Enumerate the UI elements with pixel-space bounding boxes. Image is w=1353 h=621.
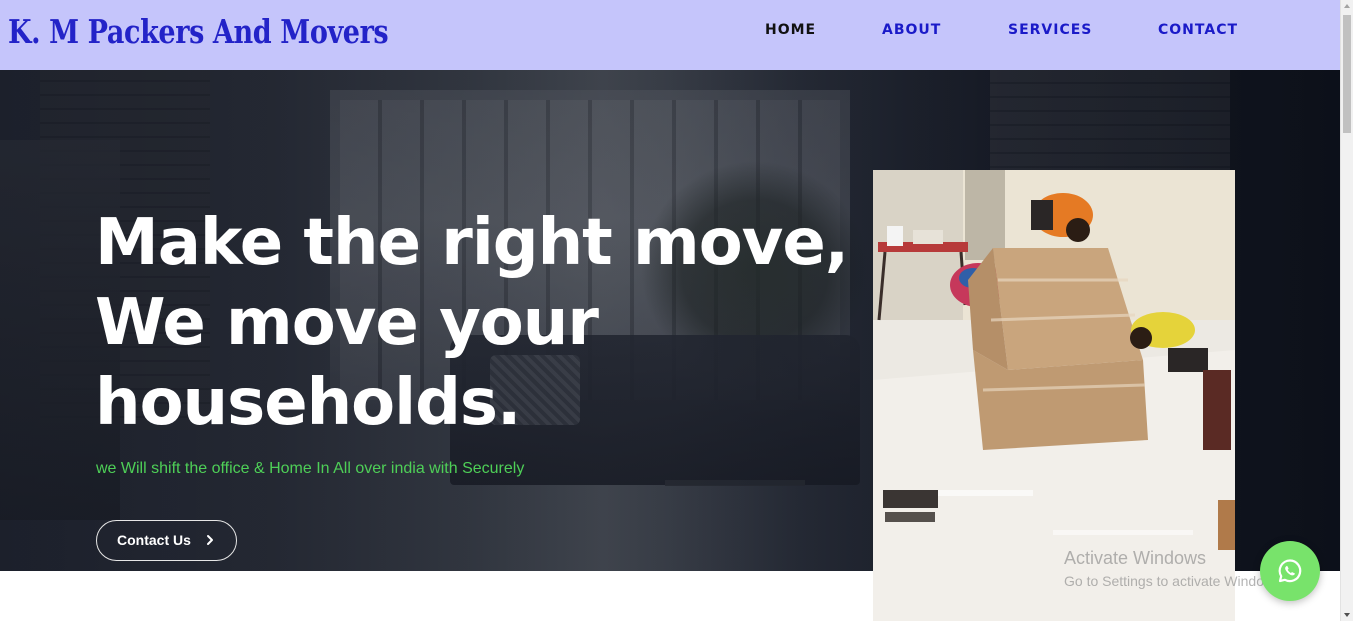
hero-title-line-2: We move your [95, 286, 599, 360]
contact-us-label: Contact Us [117, 532, 191, 548]
whatsapp-chat-button[interactable] [1260, 541, 1320, 601]
main-nav: HOME ABOUT SERVICES CONTACT [0, 22, 1340, 42]
scroll-down-arrow-icon[interactable] [1344, 613, 1350, 617]
watermark-subtitle: Go to Settings to activate Windows. [1064, 573, 1285, 589]
whatsapp-icon [1278, 559, 1302, 583]
windows-activation-watermark: Activate Windows Go to Settings to activ… [1064, 548, 1285, 592]
nav-contact[interactable]: CONTACT [1158, 22, 1238, 38]
nav-about[interactable]: ABOUT [882, 22, 941, 38]
nav-home[interactable]: HOME [765, 22, 816, 38]
hero-title-line-3: households. [95, 366, 521, 440]
nav-services[interactable]: SERVICES [1008, 22, 1092, 38]
scrollbar-thumb[interactable] [1343, 15, 1351, 133]
hero-title-line-1: Make the right move, [95, 206, 849, 280]
hero-title: Make the right move, We move your househ… [95, 203, 855, 443]
contact-us-button[interactable]: Contact Us [96, 520, 237, 561]
watermark-title: Activate Windows [1064, 548, 1207, 568]
chevron-right-icon [207, 535, 213, 545]
site-header: K. M Packers And Movers HOME ABOUT SERVI… [0, 0, 1340, 70]
scroll-up-arrow-icon[interactable] [1344, 4, 1350, 8]
hero-subtitle: we Will shift the office & Home In All o… [96, 460, 525, 477]
page-scrollbar[interactable] [1340, 0, 1353, 621]
